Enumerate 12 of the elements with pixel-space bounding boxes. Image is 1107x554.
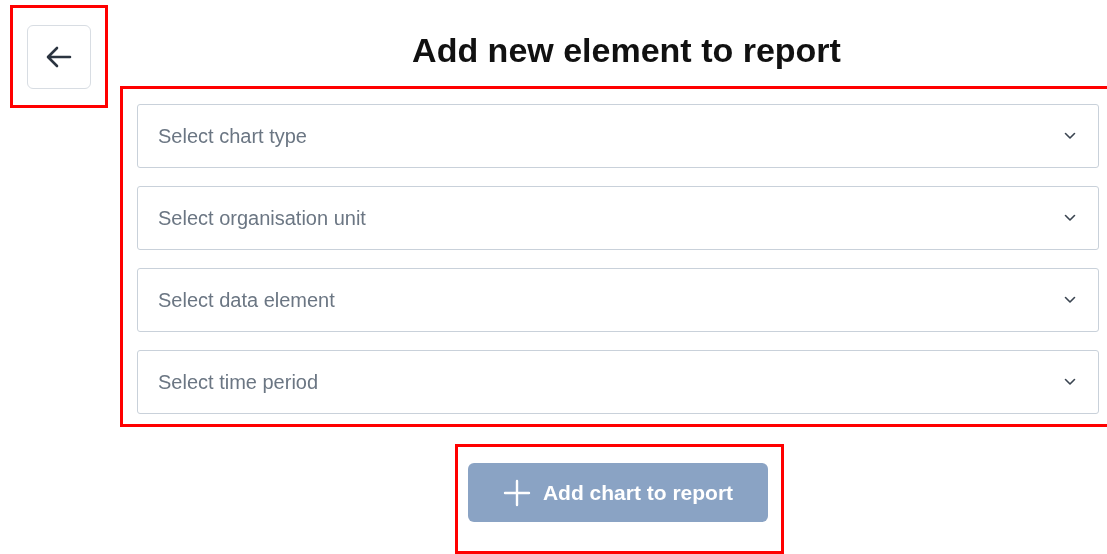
page-title: Add new element to report bbox=[411, 30, 842, 71]
chevron-down-icon bbox=[1064, 296, 1076, 305]
select-field[interactable]: Select organisation unit bbox=[137, 186, 1099, 251]
select-field[interactable]: Select chart type bbox=[137, 104, 1099, 169]
select-field[interactable]: Select time period bbox=[137, 350, 1099, 415]
back-button[interactable] bbox=[27, 24, 91, 89]
select-field[interactable]: Select data element bbox=[137, 268, 1099, 333]
chevron-down-icon bbox=[1064, 132, 1076, 141]
chevron-down-icon bbox=[1064, 378, 1076, 387]
chevron-down-icon bbox=[1064, 214, 1076, 223]
plus-icon bbox=[502, 478, 531, 507]
back-arrow-icon bbox=[46, 45, 72, 68]
